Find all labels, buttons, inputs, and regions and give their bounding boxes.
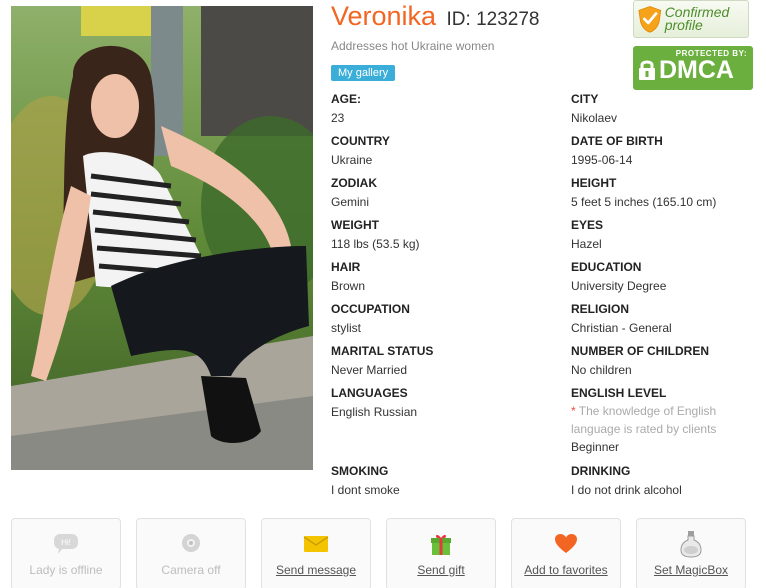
add-to-favorites-button[interactable]: Add to favorites — [511, 518, 621, 588]
gift-icon — [431, 534, 451, 555]
profile-tagline: Addresses hot Ukraine women — [331, 39, 495, 53]
action-label: Lady is offline — [29, 563, 103, 577]
svg-text:Hi!: Hi! — [61, 538, 71, 547]
field-value: Brown — [331, 279, 366, 293]
field-english-level: ENGLISH LEVEL * The knowledge of English… — [571, 386, 741, 454]
shield-check-icon — [638, 6, 662, 33]
field-label: DRINKING — [571, 464, 631, 478]
field-value: 23 — [331, 111, 345, 125]
field-label: RELIGION — [571, 302, 630, 316]
chat-bubble-icon: Hi! — [54, 534, 78, 554]
note-asterisk: * — [571, 404, 576, 418]
field-label: ENGLISH LEVEL — [571, 386, 667, 400]
field-eyes: EYES Hazel — [571, 218, 761, 251]
dmca-badge[interactable]: PROTECTED BY: DMCA — [633, 46, 753, 90]
profile-name: Veronika — [331, 1, 437, 31]
field-religion: RELIGION Christian - General — [571, 302, 761, 335]
action-bar: Hi! Lady is offline Camera off Send mess… — [11, 518, 751, 588]
field-smoking: SMOKING I dont smoke — [331, 464, 521, 497]
field-value: Gemini — [331, 195, 370, 209]
field-label: SMOKING — [331, 464, 389, 478]
field-education: EDUCATION University Degree — [571, 260, 761, 293]
send-message-button[interactable]: Send message — [261, 518, 371, 588]
dmca-label: DMCA — [659, 56, 734, 84]
heart-icon — [555, 534, 577, 553]
field-languages: LANGUAGES English Russian — [331, 386, 521, 419]
field-label: AGE: — [331, 92, 361, 106]
field-label: EDUCATION — [571, 260, 642, 274]
field-number-of-children: NUMBER OF CHILDREN No children — [571, 344, 761, 377]
field-value: Beginner — [571, 440, 620, 454]
field-value: I do not drink alcohol — [571, 483, 682, 497]
confirmed-profile-badge: Confirmed profile — [633, 0, 749, 38]
field-label: ZODIAK — [331, 176, 377, 190]
send-gift-button[interactable]: Send gift — [386, 518, 496, 588]
field-city: CITY Nikolaev — [571, 92, 761, 125]
lady-offline-button[interactable]: Hi! Lady is offline — [11, 518, 121, 588]
action-label: Camera off — [161, 563, 221, 577]
lock-icon — [639, 60, 655, 80]
field-value: 5 feet 5 inches (165.10 cm) — [571, 195, 717, 209]
english-level-note: * The knowledge of English language is r… — [571, 402, 741, 438]
my-gallery-button[interactable]: My gallery — [331, 65, 396, 81]
field-height: HEIGHT 5 feet 5 inches (165.10 cm) — [571, 176, 761, 209]
field-value: 118 lbs (53.5 kg) — [331, 237, 420, 251]
field-label: CITY — [571, 92, 599, 106]
field-occupation: OCCUPATION stylist — [331, 302, 521, 335]
profile-photo[interactable] — [11, 6, 313, 470]
field-value: No children — [571, 363, 632, 377]
field-label: MARITAL STATUS — [331, 344, 434, 358]
action-label: Set MagicBox — [653, 563, 729, 577]
field-value: Never Married — [331, 363, 408, 377]
action-label: Send gift — [417, 563, 465, 577]
field-marital-status: MARITAL STATUS Never Married — [331, 344, 521, 377]
field-value: English Russian — [331, 405, 418, 419]
note-text: The knowledge of English language is rat… — [571, 404, 717, 436]
action-label: Add to favorites — [524, 563, 608, 577]
profile-id: ID: 123278 — [446, 9, 540, 30]
webcam-icon — [182, 534, 200, 552]
confirmed-profile-label: Confirmed profile — [664, 4, 730, 33]
envelope-icon — [303, 536, 329, 552]
field-value: Ukraine — [331, 153, 373, 167]
field-label: LANGUAGES — [331, 386, 408, 400]
field-label: NUMBER OF CHILDREN — [571, 344, 709, 358]
action-label: Send message — [275, 563, 357, 577]
field-label: COUNTRY — [331, 134, 390, 148]
field-age: AGE: 23 — [331, 92, 521, 125]
camera-off-button[interactable]: Camera off — [136, 518, 246, 588]
potion-bottle-icon — [680, 531, 702, 558]
field-label: OCCUPATION — [331, 302, 410, 316]
field-date-of-birth: DATE OF BIRTH 1995-06-14 — [571, 134, 761, 167]
field-value: Christian - General — [571, 321, 672, 335]
profile-header: Veronika ID: 123278 Addresses hot Ukrain… — [331, 2, 631, 81]
field-label: HAIR — [331, 260, 361, 274]
field-label: HEIGHT — [571, 176, 617, 190]
field-value: Nikolaev — [571, 111, 618, 125]
field-value: I dont smoke — [331, 483, 400, 497]
field-weight: WEIGHT 118 lbs (53.5 kg) — [331, 218, 521, 251]
field-label: DATE OF BIRTH — [571, 134, 663, 148]
field-value: 1995-06-14 — [571, 153, 633, 167]
set-magicbox-button[interactable]: Set MagicBox — [636, 518, 746, 588]
field-label: WEIGHT — [331, 218, 379, 232]
field-country: COUNTRY Ukraine — [331, 134, 521, 167]
field-label: EYES — [571, 218, 604, 232]
field-zodiak: ZODIAK Gemini — [331, 176, 521, 209]
field-value: University Degree — [571, 279, 667, 293]
field-hair: HAIR Brown — [331, 260, 521, 293]
field-drinking: DRINKING I do not drink alcohol — [571, 464, 761, 497]
field-value: stylist — [331, 321, 361, 335]
field-value: Hazel — [571, 237, 602, 251]
